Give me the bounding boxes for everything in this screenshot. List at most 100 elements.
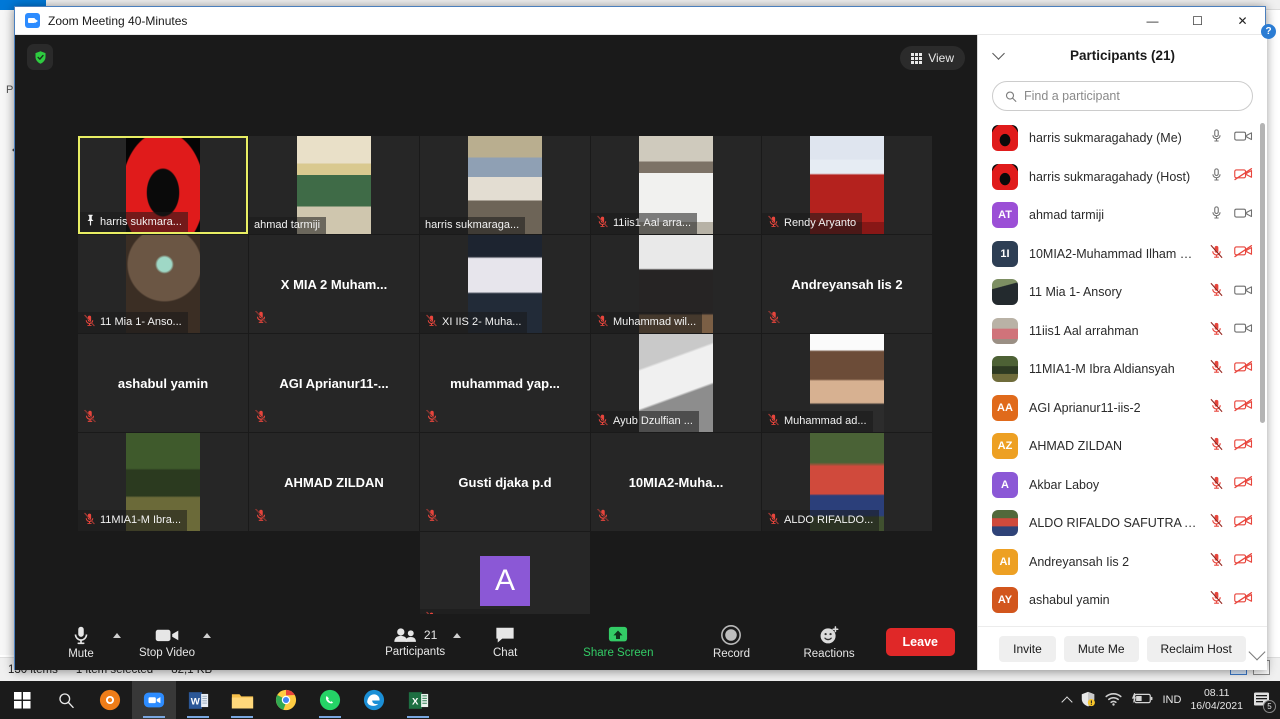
participant-tile[interactable]: Rendy Aryanto <box>762 136 932 234</box>
participant-tile[interactable]: ahmad tarmiji <box>249 136 419 234</box>
participant-row[interactable]: 11 Mia 1- Ansory <box>978 273 1267 312</box>
participant-row[interactable]: AY ashabul yamin <box>978 581 1267 620</box>
taskbar-search-icon[interactable] <box>44 681 88 719</box>
camera-muted-icon[interactable] <box>1234 590 1253 611</box>
invite-button[interactable]: Invite <box>999 635 1056 662</box>
camera-muted-icon[interactable] <box>1234 397 1253 418</box>
camera-icon[interactable] <box>1234 206 1253 225</box>
participant-row[interactable]: A Akbar Laboy <box>978 466 1267 505</box>
participant-tile[interactable]: Muhammad ad... <box>762 334 932 432</box>
taskbar-chrome-icon[interactable] <box>264 681 308 719</box>
participant-tile[interactable]: ashabul yamin <box>78 334 248 432</box>
participant-row[interactable]: AA AGI Aprianur11-iis-2 <box>978 389 1267 428</box>
camera-muted-icon[interactable] <box>1234 513 1253 534</box>
taskbar-edge-icon[interactable] <box>352 681 396 719</box>
meeting-security-shield-icon[interactable] <box>27 44 53 70</box>
chat-button[interactable]: Chat <box>475 614 535 670</box>
notification-center-icon[interactable]: 5 <box>1252 691 1276 713</box>
participant-row[interactable]: ALDO RIFALDO SAFUTRA Aldo ri... <box>978 504 1267 543</box>
settings-orange-icon[interactable] <box>88 681 132 719</box>
reclaim-host-button[interactable]: Reclaim Host <box>1146 635 1246 662</box>
participant-list[interactable]: harris sukmaragahady (Me) harris sukmara… <box>978 119 1267 626</box>
participant-row[interactable]: harris sukmaragahady (Me) <box>978 119 1267 158</box>
participant-tile[interactable]: AGI Aprianur11-... <box>249 334 419 432</box>
wifi-icon[interactable] <box>1105 692 1123 709</box>
mute-me-button[interactable]: Mute Me <box>1063 635 1139 662</box>
mic-muted-icon[interactable] <box>1209 475 1224 495</box>
camera-muted-icon[interactable] <box>1234 166 1253 187</box>
participant-tile[interactable]: Andreyansah Iis 2 <box>762 235 932 333</box>
participant-tile[interactable]: X MIA 2 Muham... <box>249 235 419 333</box>
stop-video-button[interactable]: Stop Video <box>133 614 201 670</box>
participants-button[interactable]: 21 Participants <box>379 614 451 670</box>
participant-tile[interactable]: 10MIA2-Muha... <box>591 433 761 531</box>
taskbar-word-icon[interactable]: W <box>176 681 220 719</box>
participant-list-scrollbar[interactable] <box>1260 123 1265 423</box>
participant-row[interactable]: AT ahmad tarmiji <box>978 196 1267 235</box>
mic-muted-icon[interactable] <box>1209 513 1224 533</box>
participant-tile[interactable]: ALDO RIFALDO... <box>762 433 932 531</box>
participant-row[interactable]: AI Andreyansah Iis 2 <box>978 543 1267 582</box>
taskbar-zoom-icon[interactable] <box>132 681 176 719</box>
participant-search-box[interactable] <box>992 81 1253 111</box>
participant-row[interactable]: 11iis1 Aal arrahman <box>978 312 1267 351</box>
participant-tile[interactable]: 11MIA1-M Ibra... <box>78 433 248 531</box>
taskbar-whatsapp-icon[interactable] <box>308 681 352 719</box>
participant-row[interactable]: AZ AHMAD ZILDAN <box>978 427 1267 466</box>
camera-icon[interactable] <box>1234 129 1253 148</box>
participant-tile[interactable]: AHMAD ZILDAN <box>249 433 419 531</box>
participant-row[interactable]: harris sukmaragahady (Host) <box>978 158 1267 197</box>
clock[interactable]: 08.11 16/04/2021 <box>1190 687 1243 713</box>
share-screen-button[interactable]: Share Screen <box>577 614 659 670</box>
participant-tile[interactable]: 11 Mia 1- Anso... <box>78 235 248 333</box>
participant-tile[interactable]: muhammad yap... <box>420 334 590 432</box>
window-controls[interactable]: — ☐ ✕ <box>1130 7 1265 35</box>
mic-muted-icon[interactable] <box>1209 282 1224 302</box>
search-input[interactable] <box>1023 89 1240 103</box>
participant-tile[interactable]: Ayub Dzulfian ... <box>591 334 761 432</box>
camera-muted-icon[interactable] <box>1234 359 1253 380</box>
audio-options-caret[interactable] <box>111 614 121 670</box>
participant-tile[interactable]: XI IIS 2- Muha... <box>420 235 590 333</box>
minimize-button[interactable]: — <box>1130 7 1175 35</box>
mic-muted-icon[interactable] <box>1209 244 1224 264</box>
video-options-caret[interactable] <box>201 614 212 670</box>
taskbar-file-explorer-icon[interactable] <box>220 681 264 719</box>
mute-button[interactable]: Mute <box>51 614 111 670</box>
camera-muted-icon[interactable] <box>1234 551 1253 572</box>
view-button[interactable]: View <box>900 46 965 70</box>
help-button[interactable]: ? <box>1261 24 1276 39</box>
camera-muted-icon[interactable] <box>1234 474 1253 495</box>
windows-start-icon[interactable] <box>0 681 44 719</box>
mic-icon[interactable] <box>1209 205 1224 225</box>
mic-muted-icon[interactable] <box>1209 436 1224 456</box>
mic-muted-icon[interactable] <box>1209 398 1224 418</box>
participant-tile[interactable]: Gusti djaka p.d <box>420 433 590 531</box>
mic-icon[interactable] <box>1209 128 1224 148</box>
camera-muted-icon[interactable] <box>1234 436 1253 457</box>
battery-charging-icon[interactable] <box>1131 692 1153 708</box>
participant-tile[interactable]: harris sukmara... <box>78 136 248 234</box>
close-button[interactable]: ✕ <box>1220 7 1265 35</box>
mic-muted-icon[interactable] <box>1209 552 1224 572</box>
chevron-down-icon[interactable] <box>992 47 1005 60</box>
participant-tile[interactable]: Muhammad wil... <box>591 235 761 333</box>
participant-row[interactable]: 1I 10MIA2-Muhammad Ilham Fitria... <box>978 235 1267 274</box>
participant-row[interactable]: 11MIA1-M Ibra Aldiansyah <box>978 350 1267 389</box>
participant-tile[interactable]: harris sukmaraga... <box>420 136 590 234</box>
camera-muted-icon[interactable] <box>1234 243 1253 264</box>
leave-button[interactable]: Leave <box>885 628 955 656</box>
reactions-button[interactable]: Reactions <box>797 614 860 670</box>
windows-defender-icon[interactable] <box>1080 691 1096 710</box>
taskbar-excel-icon[interactable]: X <box>396 681 440 719</box>
language-indicator[interactable]: IND <box>1162 694 1181 706</box>
mic-icon[interactable] <box>1209 167 1224 187</box>
mic-muted-icon[interactable] <box>1209 590 1224 610</box>
mic-muted-icon[interactable] <box>1209 359 1224 379</box>
camera-icon[interactable] <box>1234 321 1253 340</box>
mic-muted-icon[interactable] <box>1209 321 1224 341</box>
record-button[interactable]: Record <box>701 614 761 670</box>
participant-tile[interactable]: 11iis1 Aal arra... <box>591 136 761 234</box>
participants-options-caret[interactable] <box>451 614 462 670</box>
camera-icon[interactable] <box>1234 283 1253 302</box>
